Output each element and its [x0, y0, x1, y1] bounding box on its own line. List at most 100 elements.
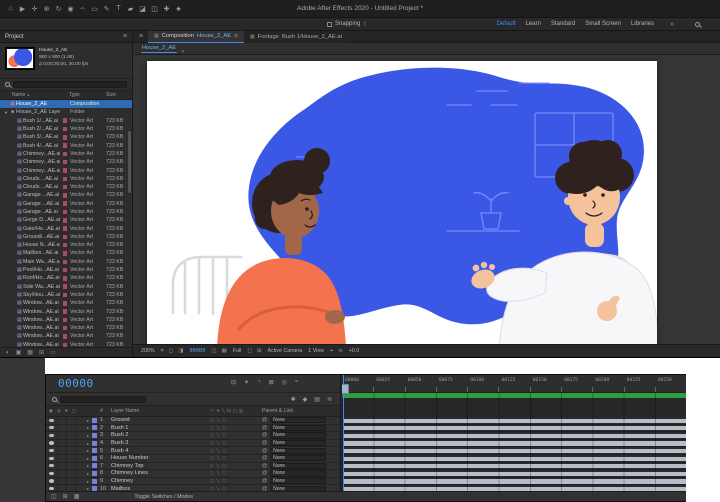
twirl-icon[interactable] — [84, 448, 92, 453]
type-tool-icon[interactable]: T — [114, 5, 123, 12]
visibility-eye-icon[interactable] — [46, 487, 57, 490]
layer-switches-icons[interactable] — [210, 440, 262, 446]
project-row[interactable]: Clouds ...AE.ai Vector Art 723 KB — [0, 175, 132, 183]
label-color-chip[interactable] — [63, 260, 68, 265]
lock-cell[interactable] — [75, 440, 84, 447]
orbit-camera-tool-icon[interactable]: ↻ — [54, 5, 63, 13]
playhead[interactable] — [343, 375, 344, 491]
project-row[interactable]: Window...AE.ai Vector Art 723 KB — [0, 307, 132, 315]
panel-drawer-icon[interactable]: ≡ — [136, 33, 146, 40]
label-color-chip[interactable] — [63, 235, 68, 240]
selection-tool-icon[interactable]: ▶ — [18, 5, 27, 13]
layer-switches-icons[interactable] — [210, 425, 262, 431]
visibility-eye-icon[interactable] — [46, 479, 57, 482]
project-search-input[interactable] — [13, 81, 127, 88]
twirl-icon[interactable] — [84, 471, 92, 476]
mask-visibility-icon[interactable]: ◻ — [169, 348, 174, 355]
pickwhip-icon[interactable] — [262, 448, 267, 454]
pickwhip-icon[interactable] — [262, 425, 267, 431]
label-color-chip[interactable] — [63, 127, 68, 132]
timeline-layer-row[interactable]: 4 Bush 3 None — [46, 440, 340, 448]
composition-name-tab[interactable]: House_2_AE — [141, 45, 177, 53]
snapshot-icon[interactable]: ◫ — [211, 348, 216, 354]
twirl-icon[interactable] — [84, 456, 92, 461]
expand-transfer-controls-icon[interactable]: ⊞ — [63, 493, 68, 500]
visibility-eye-icon[interactable] — [46, 419, 57, 422]
label-color-chip[interactable] — [63, 284, 68, 289]
label-color-chip[interactable] — [63, 201, 68, 206]
project-row[interactable]: Bush 3/...AE.ai Vector Art 723 KB — [0, 133, 132, 141]
layer-duration-bar[interactable] — [343, 457, 715, 461]
pickwhip-icon[interactable] — [262, 455, 267, 461]
brush-tool-icon[interactable]: ▰ — [126, 5, 135, 13]
parent-dropdown[interactable]: None — [270, 470, 326, 476]
fast-previews-icon[interactable]: ≋ — [338, 348, 343, 355]
project-row[interactable]: Window...AE.ai Vector Art 723 KB — [0, 332, 132, 340]
layer-switches-icons[interactable] — [210, 478, 262, 484]
project-scrollbar[interactable] — [128, 131, 131, 193]
solo-cell[interactable] — [66, 463, 75, 470]
project-row[interactable]: Bush 4/...AE.ai Vector Art 723 KB — [0, 141, 132, 149]
timeline-layer-row[interactable]: 2 Bush 1 None — [46, 425, 340, 433]
parent-dropdown[interactable]: None — [270, 448, 326, 454]
frame-blending-icon[interactable]: ⊠ — [269, 379, 274, 386]
workspace-item[interactable]: Learn — [526, 21, 541, 27]
timeline-layer-row[interactable]: 8 Chimney Lines None — [46, 470, 340, 478]
parent-dropdown[interactable]: None — [270, 417, 326, 423]
project-row[interactable]: Window...AE.ai Vector Art 723 KB — [0, 324, 132, 332]
project-row[interactable]: House_2_AE Composition — [0, 100, 132, 108]
label-color-chip[interactable] — [63, 110, 68, 115]
viewer-timecode[interactable]: 00000 — [189, 348, 205, 354]
lock-cell[interactable] — [75, 463, 84, 470]
panel-menu-icon[interactable] — [234, 33, 238, 40]
project-row[interactable]: Chimney...AE.ai Vector Art 723 KB — [0, 166, 132, 174]
project-row[interactable]: Gate/Ho...AE.ai Vector Art 723 KB — [0, 224, 132, 232]
workspace-item[interactable]: Standard — [551, 21, 575, 27]
workspace-item[interactable]: Libraries — [631, 21, 654, 27]
graph-editor-icon[interactable]: ≈ — [295, 379, 298, 386]
label-color-chip[interactable] — [63, 309, 68, 314]
solo-cell[interactable] — [66, 470, 75, 477]
label-color-chip[interactable] — [63, 177, 68, 182]
pickwhip-icon[interactable] — [262, 417, 267, 423]
visibility-eye-icon[interactable] — [46, 457, 57, 460]
delete-icon[interactable]: ▭ — [50, 349, 56, 356]
layer-color-chip[interactable] — [92, 441, 97, 446]
pickwhip-icon[interactable] — [262, 432, 267, 438]
label-color-chip[interactable] — [63, 334, 68, 339]
wave-icon[interactable]: ≋ — [327, 396, 332, 403]
label-color-chip[interactable] — [63, 293, 68, 298]
motion-blur-icon[interactable]: ◎ — [282, 379, 287, 386]
project-row[interactable]: Chimney...AE.ai Vector Art 723 KB — [0, 150, 132, 158]
hand-tool-icon[interactable]: ✛ — [30, 5, 39, 13]
solo-cell[interactable] — [66, 440, 75, 447]
label-color-chip[interactable] — [63, 168, 68, 173]
lock-cell[interactable] — [75, 425, 84, 432]
layer-color-chip[interactable] — [92, 418, 97, 423]
layer-duration-bar[interactable] — [343, 464, 715, 468]
project-row[interactable]: Bush 2/...AE.ai Vector Art 723 KB — [0, 125, 132, 133]
panel-menu-icon[interactable]: ≡ — [123, 33, 127, 40]
project-row[interactable]: Garage ...AE.ai Vector Art 723 KB — [0, 191, 132, 199]
solo-cell[interactable] — [66, 447, 75, 454]
audio-cell[interactable] — [57, 470, 66, 477]
lock-cell[interactable] — [75, 470, 84, 477]
project-row[interactable]: Garage ...AE.ai Vector Art 723 KB — [0, 200, 132, 208]
project-row[interactable]: Side Wa...AE.ai Vector Art 723 KB — [0, 283, 132, 291]
layer-color-chip[interactable] — [92, 471, 97, 476]
parent-dropdown[interactable]: None — [270, 455, 326, 461]
label-color-chip[interactable] — [63, 243, 68, 248]
label-color-chip[interactable] — [63, 268, 68, 273]
pixel-aspect-icon[interactable]: ⌖ — [330, 348, 333, 355]
exposure-value[interactable]: +0.0 — [349, 348, 359, 354]
viewer-tab[interactable]: Composition House_2_AE — [148, 31, 244, 43]
visibility-eye-icon[interactable] — [46, 434, 57, 437]
transparency-grid-icon[interactable]: ⊞ — [257, 348, 262, 354]
region-of-interest-icon[interactable]: ◨ — [178, 348, 183, 355]
project-row[interactable]: Pool/Ho...AE.ai Vector Art 723 KB — [0, 266, 132, 274]
project-row[interactable]: Sky/Hou...AE.ai Vector Art 723 KB — [0, 291, 132, 299]
clone-stamp-tool-icon[interactable]: ◪ — [138, 5, 147, 13]
solo-cell[interactable] — [66, 478, 75, 485]
workspace-search-icon[interactable] — [695, 22, 700, 27]
interpret-footage-icon[interactable]: ◐ — [6, 350, 10, 356]
